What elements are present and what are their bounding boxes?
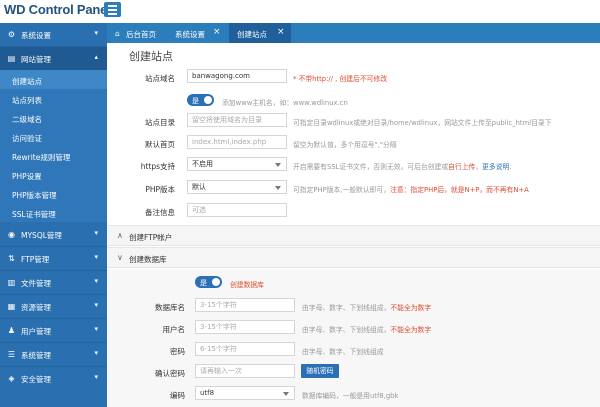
dir-label: 站点目录	[145, 118, 175, 127]
db-charset-label: 编码	[170, 391, 185, 400]
php-hint: 可指定PHP版本,一般默认即可，注意：指定PHP后，就是N+P，而不再有N+A	[293, 186, 529, 194]
domain-input[interactable]: banwagong.com	[187, 69, 287, 83]
chevron-down-icon	[283, 392, 289, 396]
chevron-down-icon: ▾	[94, 373, 98, 381]
file-icon: ▥	[7, 278, 16, 287]
chevron-down-icon: ▾	[94, 277, 98, 285]
tab-bar: ⌂ 后台首页 系统设置 × 创建站点 ×	[107, 23, 600, 43]
tab-create-site[interactable]: 创建站点 ×	[229, 23, 291, 43]
sidebar-subitem-create-site[interactable]: 创建站点	[0, 70, 107, 89]
menu-toggle-button[interactable]	[104, 2, 121, 17]
ftp-icon: ⇅	[8, 254, 15, 263]
sidebar-subitem-ssl[interactable]: SSL证书管理	[0, 203, 107, 222]
close-icon[interactable]: ×	[277, 27, 285, 37]
db-user-input[interactable]: 3-15个字符	[195, 320, 295, 334]
dir-input[interactable]: 留空将使用域名为目录	[187, 113, 287, 127]
chevron-down-icon: ▾	[94, 29, 98, 37]
shield-icon: ◈	[8, 374, 15, 383]
db-pass-hint: 由字母、数字、下划线组成	[302, 348, 384, 356]
sidebar-subitem-php-version[interactable]: PHP版本管理	[0, 184, 107, 203]
db-pass-label: 密码	[170, 347, 185, 356]
gear-icon: ⚙	[7, 30, 16, 39]
index-input[interactable]: index.html,index.php	[187, 135, 287, 149]
sidebar-subitem-access-auth[interactable]: 访问验证	[0, 127, 107, 146]
https-label: https支持	[140, 162, 175, 171]
app-logo: WD Control Panel	[4, 2, 111, 17]
chevron-up-icon: ▴	[94, 53, 98, 61]
database-form: 是 创建数据库 数据库名 3-15个字符 由字母、数字、下划线组成，不能全为数字…	[107, 269, 600, 407]
sidebar-item-ftp[interactable]: ⇅ FTP管理 ▾	[0, 247, 107, 270]
top-bar: WD Control Panel	[0, 0, 600, 20]
sidebar-item-users[interactable]: ♟ 用户管理 ▾	[0, 319, 107, 342]
site-icon: ▤	[7, 54, 16, 63]
php-select[interactable]: 默认	[187, 180, 287, 194]
main-content: 创建站点 站点域名 banwagong.com * 不带http:// , 创建…	[107, 43, 600, 407]
sidebar-item-mysql[interactable]: ◉ MYSQL管理 ▾	[0, 223, 107, 246]
www-toggle[interactable]: 是	[187, 94, 214, 106]
page-title: 创建站点	[129, 50, 173, 63]
sidebar-item-label: 系统设置	[21, 31, 51, 40]
db-confirm-label: 确认密码	[155, 369, 185, 378]
home-icon: ⌂	[115, 29, 120, 38]
chevron-down-icon: ∨	[117, 253, 123, 262]
domain-hint: * 不带http:// , 创建后不可修改	[293, 75, 388, 83]
sidebar-subitem-rewrite[interactable]: Rewrite规则管理	[0, 146, 107, 165]
create-db-hint: 创建数据库	[230, 281, 264, 289]
sidebar-item-site-management[interactable]: ▤ 网站管理 ▴	[0, 47, 107, 70]
note-label: 备注信息	[145, 208, 175, 217]
sidebar-item-label: 网站管理	[21, 55, 51, 64]
chevron-down-icon: ▾	[94, 229, 98, 237]
sidebar-item-security[interactable]: ◈ 安全管理 ▾	[0, 367, 107, 390]
tab-home[interactable]: ⌂ 后台首页	[107, 23, 167, 43]
hamburger-icon	[108, 5, 117, 7]
create-db-toggle[interactable]: 是	[195, 276, 222, 288]
www-hint: 添加www主机名，如：www.wdlinux.cn	[222, 99, 348, 107]
db-charset-hint: 数据库编码，一般是用utf8,gbk	[302, 392, 399, 400]
chevron-down-icon: ▾	[94, 301, 98, 309]
tab-system-settings[interactable]: 系统设置 ×	[167, 23, 227, 43]
section-ftp[interactable]: ∧ 创建FTP帐户	[107, 225, 600, 246]
note-input[interactable]: 可选	[187, 203, 287, 217]
sidebar-subitem-php-settings[interactable]: PHP设置	[0, 165, 107, 184]
db-user-label: 用户名	[162, 325, 186, 334]
chevron-down-icon	[275, 186, 281, 190]
domain-label: 站点域名	[145, 74, 175, 83]
chevron-down-icon: ▾	[94, 253, 98, 261]
db-name-label: 数据库名	[155, 303, 185, 312]
sidebar-subitem-site-list[interactable]: 站点列表	[0, 89, 107, 108]
database-icon: ◉	[8, 230, 15, 239]
user-icon: ♟	[7, 326, 16, 335]
chevron-down-icon: ▾	[94, 325, 98, 333]
dir-hint: 可指定目录wdlinux或绝对目录/home/wdlinux，网站文件上传至pu…	[293, 119, 552, 127]
db-name-hint: 由字母、数字、下划线组成，不能全为数字	[302, 304, 432, 312]
chevron-up-icon: ∧	[117, 231, 123, 240]
db-pass-input[interactable]: 6-15个字符	[195, 342, 295, 356]
sidebar-item-resources[interactable]: ▦ 资源管理 ▾	[0, 295, 107, 318]
section-database[interactable]: ∨ 创建数据库	[107, 247, 600, 268]
index-hint: 留空为默认值，多个用逗号","分隔	[293, 141, 397, 149]
db-charset-select[interactable]: utf8	[195, 386, 295, 400]
system-icon: ☰	[7, 350, 16, 359]
more-info-link[interactable]: 更多说明	[482, 163, 509, 171]
db-confirm-input[interactable]: 请再输入一次	[195, 364, 295, 378]
sidebar-item-files[interactable]: ▥ 文件管理 ▾	[0, 271, 107, 294]
sidebar-subitem-subdomain[interactable]: 二级域名	[0, 108, 107, 127]
resource-icon: ▦	[7, 302, 16, 311]
index-label: 默认首页	[145, 140, 175, 149]
close-icon[interactable]: ×	[213, 27, 221, 37]
chevron-down-icon	[275, 163, 281, 167]
sidebar-item-system-settings[interactable]: ⚙ 系统设置 ▾	[0, 23, 107, 46]
db-user-hint: 由字母、数字、下划线组成，不能全为数字	[302, 326, 432, 334]
db-name-input[interactable]: 3-15个字符	[195, 298, 295, 312]
chevron-down-icon: ▾	[94, 349, 98, 357]
https-select[interactable]: 不启用	[187, 157, 287, 171]
sidebar-item-system[interactable]: ☰ 系统管理 ▾	[0, 343, 107, 366]
random-password-button[interactable]: 随机密码	[301, 364, 339, 378]
https-hint: 开启需要有SSL证书文件，否则无效。可后台创建或自行上传，更多说明.	[293, 163, 512, 171]
php-label: PHP版本	[145, 185, 175, 194]
sidebar: ⚙ 系统设置 ▾ ▤ 网站管理 ▴ 创建站点 站点列表 二级域名 访问验证 Re…	[0, 23, 107, 407]
